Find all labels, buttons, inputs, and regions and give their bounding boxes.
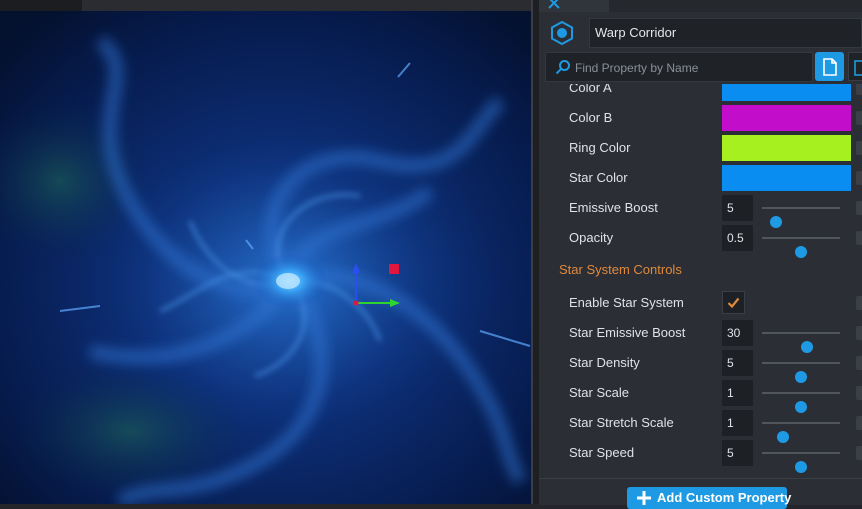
star-density-input[interactable]: 5 xyxy=(722,350,753,376)
enable-star-system-checkbox[interactable] xyxy=(722,291,745,314)
emissive-boost-input[interactable]: 5 xyxy=(722,195,753,221)
scene-viewport[interactable] xyxy=(0,0,533,504)
reset-handle[interactable] xyxy=(856,111,862,125)
color-swatch-star-color[interactable] xyxy=(722,165,851,191)
property-label: Star Scale xyxy=(569,385,629,400)
reset-handle[interactable] xyxy=(856,296,862,310)
color-swatch-ring-color[interactable] xyxy=(722,135,851,161)
panel-tab-strip xyxy=(539,0,862,12)
property-label: Opacity xyxy=(569,230,614,245)
document-icon xyxy=(823,58,837,76)
property-row-color-a: Color A xyxy=(539,84,862,103)
reset-handle[interactable] xyxy=(856,141,862,155)
reset-handle[interactable] xyxy=(856,356,862,370)
paste-properties-button[interactable] xyxy=(848,52,862,81)
star-stretch-scale-input[interactable]: 1 xyxy=(722,410,753,436)
star-speed-input[interactable]: 5 xyxy=(722,440,753,466)
star-stretch-scale-slider[interactable] xyxy=(762,422,840,443)
property-label: Enable Star System xyxy=(569,295,684,310)
property-label: Ring Color xyxy=(569,140,631,155)
property-row-color-b: Color B xyxy=(539,103,862,133)
property-label: Color B xyxy=(569,110,613,125)
add-custom-property-label: Add Custom Property xyxy=(657,490,792,505)
property-label: Star Emissive Boost xyxy=(569,325,686,340)
reset-handle[interactable] xyxy=(856,84,862,95)
opacity-input[interactable]: 0.5 xyxy=(722,225,753,251)
property-label: Emissive Boost xyxy=(569,200,658,215)
property-row-star-emissive-boost: Star Emissive Boost 30 xyxy=(539,318,862,353)
add-custom-property-button[interactable]: Add Custom Property xyxy=(627,487,791,509)
reset-handle[interactable] xyxy=(856,171,862,185)
reset-handle[interactable] xyxy=(856,446,862,460)
reset-handle[interactable] xyxy=(856,416,862,430)
property-search[interactable] xyxy=(545,52,813,83)
property-row-star-density: Star Density 5 xyxy=(539,348,862,383)
clipboard-icon xyxy=(854,60,862,76)
reset-handle[interactable] xyxy=(856,326,862,340)
object-header: Warp Corridor xyxy=(539,16,862,50)
property-row-star-stretch-scale: Star Stretch Scale 1 xyxy=(539,408,862,443)
property-row-star-scale: Star Scale 1 xyxy=(539,378,862,413)
property-label: Star Color xyxy=(569,170,628,185)
section-star-system: Star System Controls xyxy=(539,255,862,285)
star-emissive-boost-slider[interactable] xyxy=(762,332,840,353)
star-density-slider[interactable] xyxy=(762,362,840,383)
reset-handle[interactable] xyxy=(856,386,862,400)
warp-corridor-render xyxy=(0,11,533,504)
object-name-field[interactable]: Warp Corridor xyxy=(589,18,862,48)
property-label: Star Density xyxy=(569,355,640,370)
copy-properties-button[interactable] xyxy=(815,52,844,81)
property-list: Color A Color B Ring Color Star Color Em… xyxy=(539,84,862,476)
viewport-tab[interactable] xyxy=(0,0,82,11)
property-search-row xyxy=(545,52,862,83)
check-icon xyxy=(727,297,740,309)
star-scale-input[interactable]: 1 xyxy=(722,380,753,406)
emissive-boost-slider[interactable] xyxy=(762,207,840,228)
property-row-star-color: Star Color xyxy=(539,163,862,193)
property-row-enable-star-system: Enable Star System xyxy=(539,288,862,318)
properties-panel: Warp Corridor Color A xyxy=(539,0,862,509)
panel-footer: Add Custom Property xyxy=(539,478,862,509)
search-input[interactable] xyxy=(573,53,812,83)
color-swatch-color-a[interactable] xyxy=(722,84,851,101)
property-label: Star Stretch Scale xyxy=(569,415,674,430)
hexagon-object-icon xyxy=(551,20,573,46)
properties-tab[interactable] xyxy=(539,0,609,12)
star-scale-slider[interactable] xyxy=(762,392,840,413)
search-icon xyxy=(555,60,570,75)
property-row-opacity: Opacity 0.5 xyxy=(539,223,862,258)
reset-handle[interactable] xyxy=(856,231,862,245)
color-swatch-color-b[interactable] xyxy=(722,105,851,131)
properties-tab-icon xyxy=(548,0,560,9)
viewport-tab-bar xyxy=(0,0,533,11)
property-row-ring-color: Ring Color xyxy=(539,133,862,163)
section-title: Star System Controls xyxy=(559,262,682,277)
property-row-emissive-boost: Emissive Boost 5 xyxy=(539,193,862,228)
reset-handle[interactable] xyxy=(856,201,862,215)
property-row-star-speed: Star Speed 5 xyxy=(539,438,862,473)
property-label: Star Speed xyxy=(569,445,635,460)
property-label: Color A xyxy=(569,84,612,95)
star-emissive-boost-input[interactable]: 30 xyxy=(722,320,753,346)
opacity-slider[interactable] xyxy=(762,237,840,258)
star-speed-slider[interactable] xyxy=(762,452,840,473)
slider-thumb[interactable] xyxy=(795,461,807,473)
